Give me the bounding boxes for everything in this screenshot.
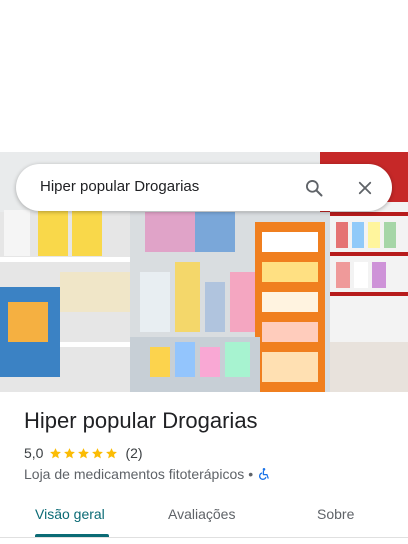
star-icon: [106, 447, 118, 458]
rating-row[interactable]: 5,0 (2): [24, 444, 143, 462]
wheelchair-icon: [259, 468, 269, 480]
search-icon: [306, 180, 323, 197]
star-icon: [92, 447, 104, 458]
separator-dot: •: [248, 466, 254, 482]
star-icon: [78, 447, 90, 458]
place-category: Loja de medicamentos fitoterápicos: [24, 466, 245, 482]
rating-stars: [49, 447, 119, 460]
review-count[interactable]: (2): [125, 445, 142, 461]
place-tabs: Visão geral Avaliações Sobre: [0, 496, 408, 540]
top-blank-area: [0, 0, 408, 152]
close-icon: [358, 181, 372, 195]
search-bar[interactable]: Hiper popular Drogarias: [16, 164, 392, 211]
star-icon: [50, 447, 62, 458]
tabs-divider: [0, 537, 408, 538]
search-input[interactable]: Hiper popular Drogarias: [40, 178, 199, 195]
category-row: Loja de medicamentos fitoterápicos •: [24, 465, 271, 483]
clear-search-button[interactable]: [351, 174, 379, 202]
tab-about[interactable]: Sobre: [317, 506, 354, 522]
tab-overview[interactable]: Visão geral: [35, 506, 105, 522]
star-icon: [64, 447, 76, 458]
search-button[interactable]: [300, 174, 328, 202]
place-title: Hiper popular Drogarias: [24, 408, 258, 433]
tab-reviews[interactable]: Avaliações: [168, 506, 235, 522]
rating-value: 5,0: [24, 445, 44, 461]
